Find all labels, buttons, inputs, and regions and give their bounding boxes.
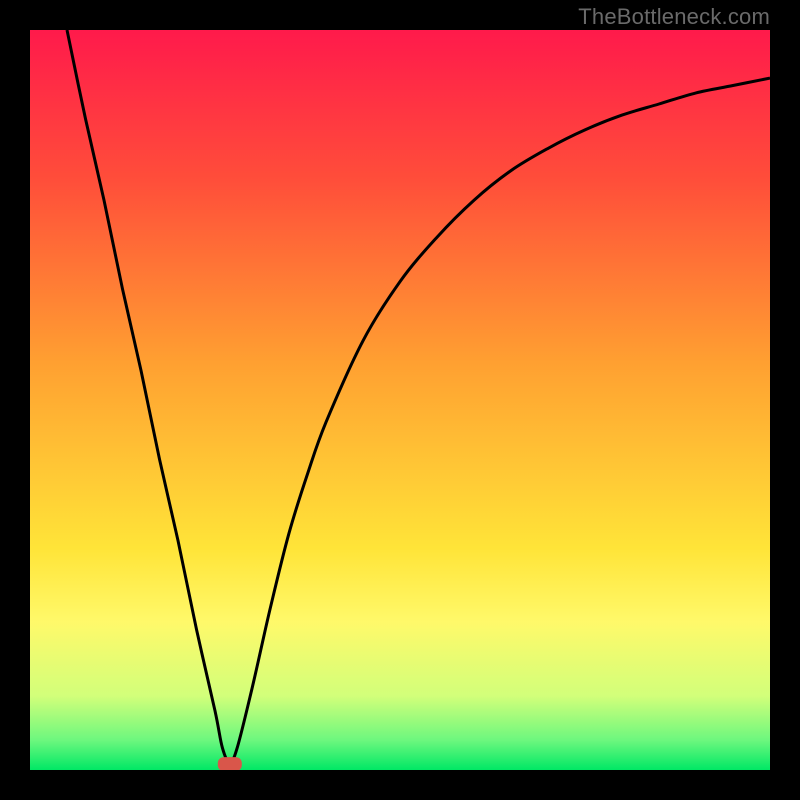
optimum-marker: [218, 757, 242, 770]
watermark-text: TheBottleneck.com: [578, 4, 770, 30]
gradient-background: [30, 30, 770, 770]
plot-area: [30, 30, 770, 770]
chart-frame: TheBottleneck.com: [0, 0, 800, 800]
chart-svg: [30, 30, 770, 770]
